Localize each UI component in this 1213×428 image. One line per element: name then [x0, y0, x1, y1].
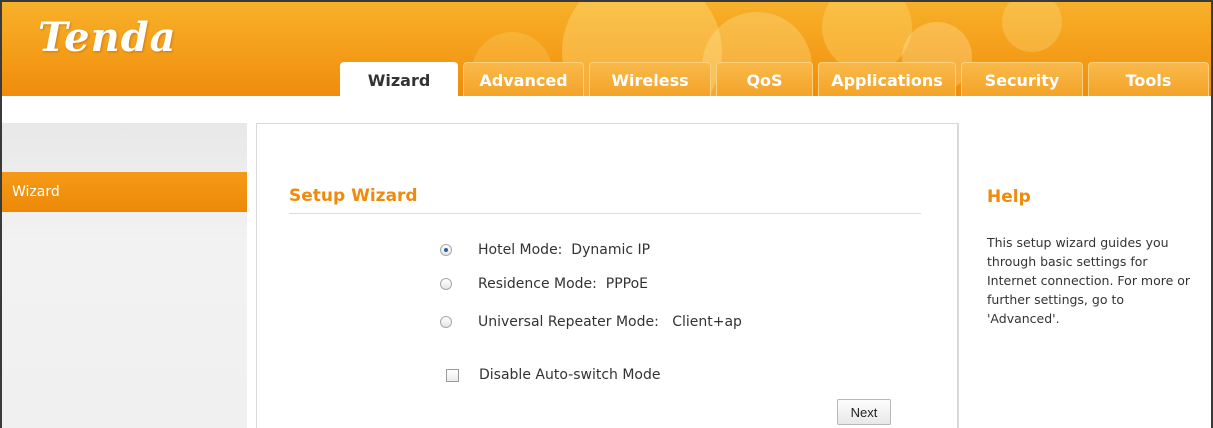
- decorative-bubble: [1002, 2, 1062, 52]
- help-text: This setup wizard guides you through bas…: [987, 235, 1191, 326]
- main-panel: Setup Wizard Hotel Mode: Dynamic IP Resi…: [256, 123, 958, 428]
- residence-mode-radio[interactable]: [440, 278, 452, 290]
- tenda-logo: Tenda: [38, 14, 177, 61]
- main-nav-tabs: Wizard Advanced Wireless QoS Application…: [2, 62, 1211, 96]
- tab-security[interactable]: Security: [961, 62, 1083, 96]
- universal-repeater-mode-label: Universal Repeater Mode: Client+ap: [478, 314, 742, 330]
- tab-wizard[interactable]: Wizard: [340, 62, 458, 96]
- tab-wireless[interactable]: Wireless: [589, 62, 711, 96]
- tab-qos[interactable]: QoS: [716, 62, 813, 96]
- tab-applications[interactable]: Applications: [818, 62, 956, 96]
- help-title: Help: [987, 187, 1031, 207]
- hotel-mode-label: Hotel Mode: Dynamic IP: [478, 242, 651, 258]
- option-hotel-mode[interactable]: Hotel Mode: Dynamic IP: [440, 242, 650, 258]
- sidebar: Wizard: [2, 123, 247, 428]
- sidebar-item-wizard[interactable]: Wizard: [2, 172, 247, 212]
- option-disable-auto-switch[interactable]: Disable Auto-switch Mode: [446, 367, 661, 383]
- option-residence-mode[interactable]: Residence Mode: PPPoE: [440, 276, 648, 292]
- sub-header-bar: [2, 96, 1211, 118]
- tab-advanced[interactable]: Advanced: [463, 62, 584, 96]
- title-divider: [289, 213, 921, 214]
- help-panel: Help This setup wizard guides you throug…: [958, 123, 1211, 428]
- residence-mode-label: Residence Mode: PPPoE: [478, 276, 649, 292]
- hotel-mode-radio[interactable]: [440, 244, 452, 256]
- option-universal-repeater-mode[interactable]: Universal Repeater Mode: Client+ap: [440, 314, 742, 330]
- disable-auto-switch-label: Disable Auto-switch Mode: [479, 367, 661, 383]
- header-banner: Tenda Wizard Advanced Wireless QoS Appli…: [2, 2, 1211, 96]
- tab-tools[interactable]: Tools: [1088, 62, 1209, 96]
- page-title: Setup Wizard: [289, 186, 418, 206]
- disable-auto-switch-checkbox[interactable]: [446, 368, 459, 382]
- universal-repeater-mode-radio[interactable]: [440, 316, 452, 328]
- next-button[interactable]: Next: [837, 399, 891, 425]
